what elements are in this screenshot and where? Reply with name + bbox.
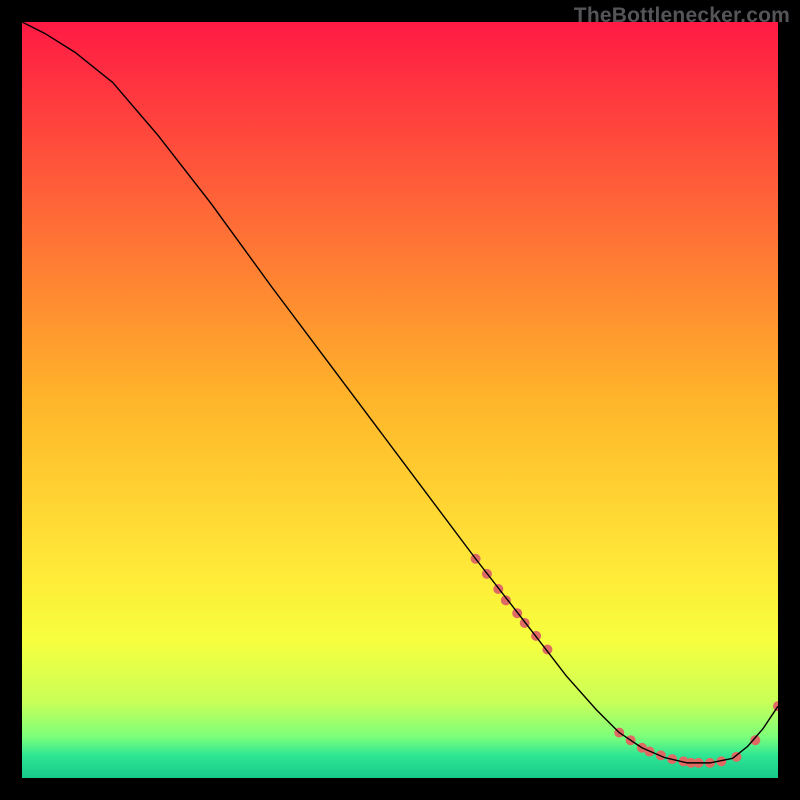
watermark-label: TheBottlenecker.com bbox=[574, 4, 790, 28]
chart-background bbox=[22, 22, 778, 778]
chart-plot bbox=[22, 22, 778, 778]
chart-svg bbox=[22, 22, 778, 778]
chart-stage: TheBottlenecker.com bbox=[0, 0, 800, 800]
